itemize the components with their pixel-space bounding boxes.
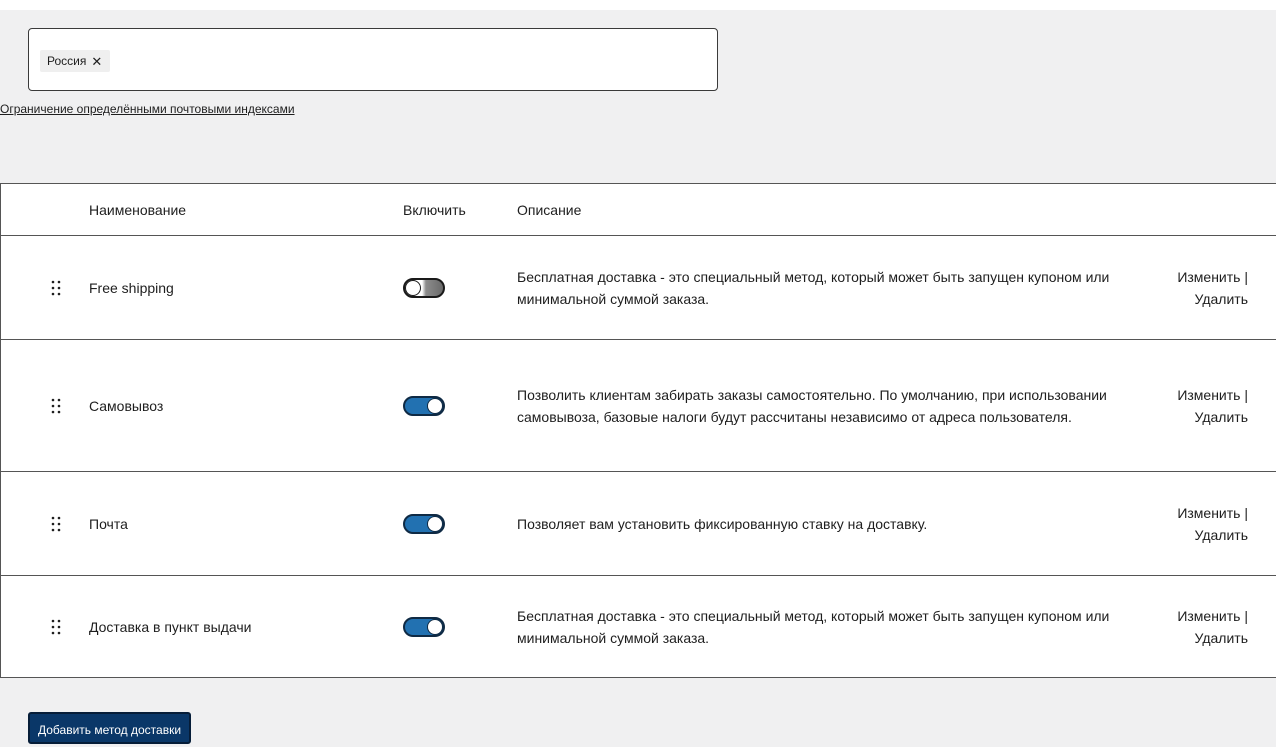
toggle-knob	[427, 516, 443, 532]
table-header: Наименование Включить Описание	[1, 184, 1276, 236]
method-name: Free shipping	[89, 280, 174, 296]
column-header-name: Наименование	[89, 202, 187, 218]
drag-handle-icon[interactable]	[49, 278, 63, 298]
shipping-zone-panel: Россия ✕ Ограничение определёнными почто…	[0, 10, 1276, 747]
enable-toggle[interactable]	[403, 514, 445, 534]
method-description: Позволить клиентам забирать заказы самос…	[517, 387, 1107, 425]
method-name: Почта	[89, 516, 128, 532]
column-header-enable: Включить	[403, 202, 466, 218]
edit-link[interactable]: Изменить	[1177, 505, 1240, 521]
row-actions: Изменить | Удалить	[1138, 502, 1248, 546]
method-description: Позволяет вам установить фиксированную с…	[517, 516, 928, 532]
edit-link[interactable]: Изменить	[1177, 608, 1240, 624]
action-separator: |	[1244, 505, 1248, 521]
limit-postcodes-link[interactable]: Ограничение определёнными почтовыми инде…	[0, 102, 295, 116]
toggle-knob	[405, 280, 421, 296]
method-description: Бесплатная доставка - это специальный ме…	[517, 608, 1110, 646]
delete-link[interactable]: Удалить	[1195, 291, 1248, 307]
delete-link[interactable]: Удалить	[1195, 409, 1248, 425]
row-actions: Изменить | Удалить	[1138, 266, 1248, 310]
toggle-knob	[427, 398, 443, 414]
shipping-methods-table: Наименование Включить Описание Free ship…	[0, 183, 1276, 678]
enable-toggle[interactable]	[403, 396, 445, 416]
table-row: Доставка в пункт выдачи Бесплатная доста…	[1, 576, 1276, 678]
method-name: Доставка в пункт выдачи	[89, 619, 252, 635]
region-chip-russia: Россия ✕	[40, 50, 111, 72]
edit-link[interactable]: Изменить	[1177, 387, 1240, 403]
column-header-description: Описание	[517, 202, 582, 218]
enable-toggle[interactable]	[403, 278, 445, 298]
edit-link[interactable]: Изменить	[1177, 269, 1240, 285]
delete-link[interactable]: Удалить	[1195, 527, 1248, 543]
add-shipping-method-button[interactable]: Добавить метод доставки	[28, 712, 192, 744]
toggle-knob	[427, 619, 443, 635]
action-separator: |	[1244, 269, 1248, 285]
close-icon[interactable]: ✕	[91, 55, 102, 68]
zone-regions-input[interactable]: Россия ✕	[28, 28, 718, 91]
region-chip-label: Россия	[47, 54, 87, 68]
row-actions: Изменить | Удалить	[1138, 384, 1248, 428]
method-description: Бесплатная доставка - это специальный ме…	[517, 269, 1110, 307]
drag-handle-icon[interactable]	[49, 396, 63, 416]
drag-handle-icon[interactable]	[49, 514, 63, 534]
table-row: Самовывоз Позволить клиентам забирать за…	[1, 340, 1276, 472]
table-row: Free shipping Бесплатная доставка - это …	[1, 236, 1276, 340]
delete-link[interactable]: Удалить	[1195, 630, 1248, 646]
row-actions: Изменить | Удалить	[1138, 605, 1248, 649]
action-separator: |	[1244, 608, 1248, 624]
drag-handle-icon[interactable]	[49, 617, 63, 637]
enable-toggle[interactable]	[403, 617, 445, 637]
method-name: Самовывоз	[89, 398, 164, 414]
action-separator: |	[1244, 387, 1248, 403]
table-row: Почта Позволяет вам установить фиксирова…	[1, 472, 1276, 576]
